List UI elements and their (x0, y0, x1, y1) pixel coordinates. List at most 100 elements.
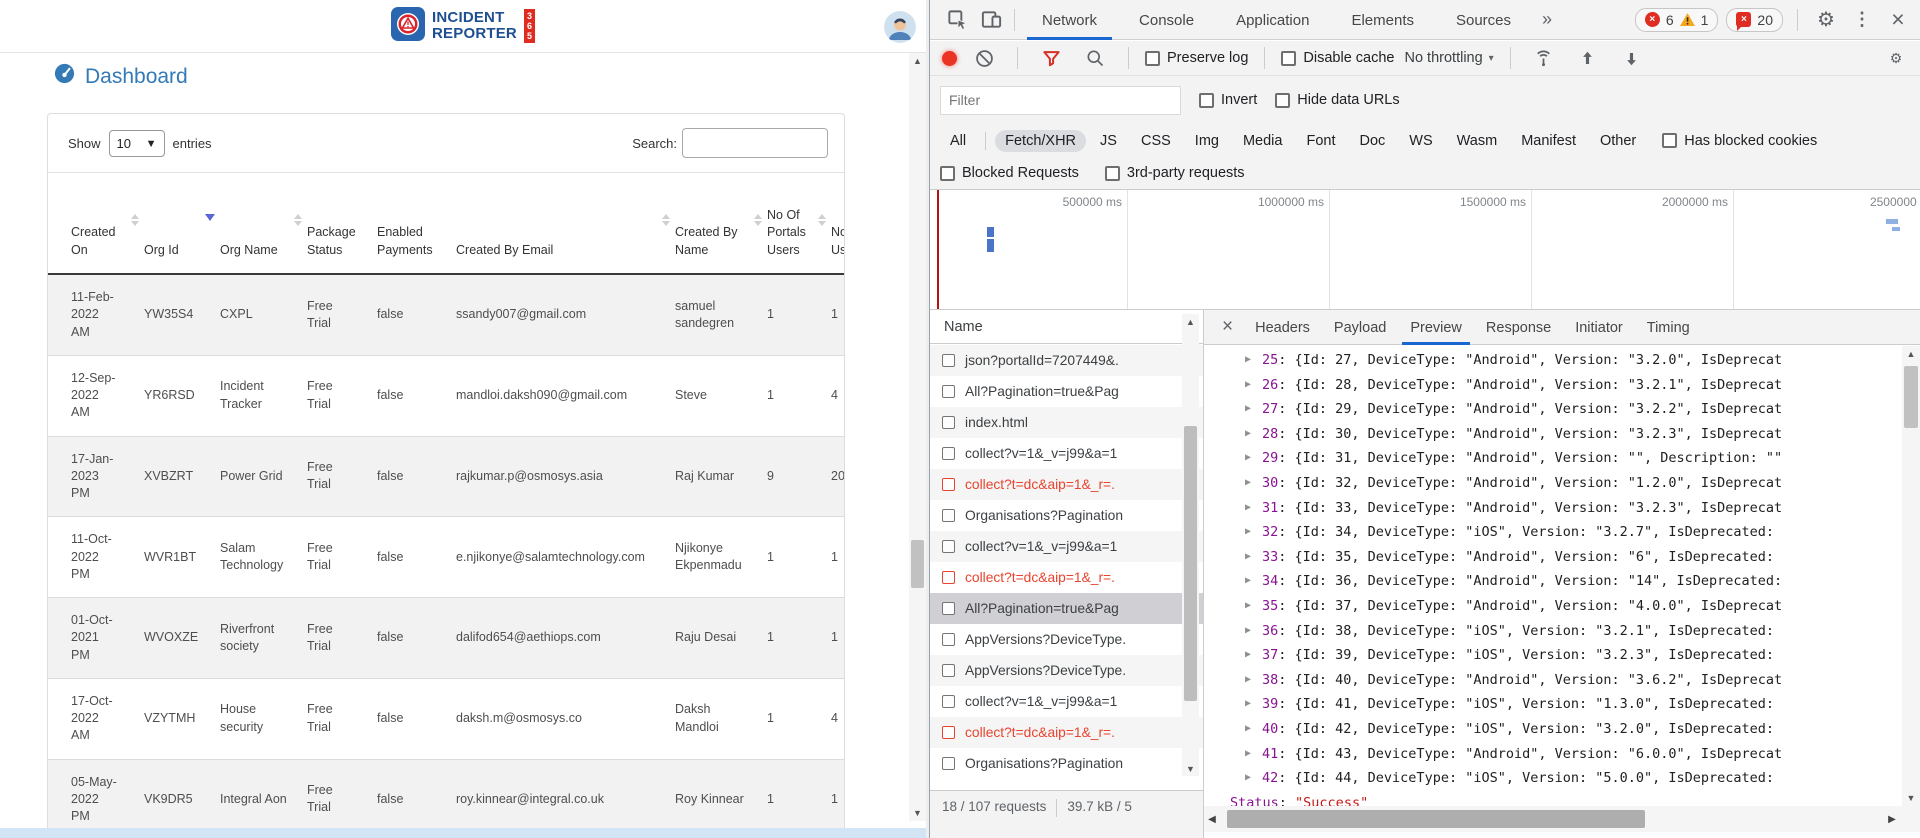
request-checkbox[interactable] (942, 664, 955, 677)
expand-triangle-icon[interactable]: ▶ (1245, 594, 1251, 619)
type-filter-img[interactable]: Img (1185, 130, 1229, 152)
column-header-created-on[interactable]: Created On (48, 172, 144, 274)
expand-triangle-icon[interactable]: ▶ (1245, 619, 1251, 644)
network-overview-timeline[interactable]: 500000 ms1000000 ms1500000 ms2000000 ms2… (930, 190, 1920, 310)
type-filter-wasm[interactable]: Wasm (1447, 130, 1508, 152)
scroll-up-icon[interactable]: ▲ (1902, 346, 1920, 362)
devtools-tab-elements[interactable]: Elements (1330, 0, 1435, 40)
requests-name-column-header[interactable]: Name (930, 310, 1203, 344)
type-filter-ws[interactable]: WS (1399, 130, 1442, 152)
request-checkbox[interactable] (942, 509, 955, 522)
export-har-icon[interactable] (1615, 41, 1649, 75)
close-devtools-icon[interactable]: × (1884, 6, 1912, 34)
network-request-row[interactable]: All?Pagination=true&Pag (930, 593, 1203, 624)
network-filter-input[interactable] (940, 86, 1181, 115)
hide-data-urls-checkbox[interactable]: Hide data URLs (1275, 92, 1399, 108)
scrollbar-thumb[interactable] (1184, 426, 1197, 701)
request-checkbox[interactable] (942, 416, 955, 429)
column-header-no-of-portals-users[interactable]: No Of Portals Users (767, 172, 831, 274)
json-preview-line[interactable]: ▶33: {Id: 35, DeviceType: "Android", Ver… (1204, 545, 1902, 570)
details-tab-payload[interactable]: Payload (1322, 310, 1398, 345)
json-preview-line[interactable]: ▶26: {Id: 28, DeviceType: "Android", Ver… (1204, 373, 1902, 398)
expand-triangle-icon[interactable]: ▶ (1245, 496, 1251, 521)
type-filter-js[interactable]: JS (1090, 130, 1127, 152)
json-preview-line[interactable]: ▶31: {Id: 33, DeviceType: "Android", Ver… (1204, 496, 1902, 521)
scrollbar-thumb[interactable] (1227, 810, 1645, 828)
type-filter-other[interactable]: Other (1590, 130, 1646, 152)
json-preview-line[interactable]: ▶28: {Id: 30, DeviceType: "Android", Ver… (1204, 422, 1902, 447)
scrollbar-thumb[interactable] (1904, 366, 1918, 428)
expand-triangle-icon[interactable]: ▶ (1245, 668, 1251, 693)
type-filter-font[interactable]: Font (1296, 130, 1345, 152)
devtools-tab-console[interactable]: Console (1118, 0, 1215, 40)
expand-triangle-icon[interactable]: ▶ (1245, 446, 1251, 471)
network-request-row[interactable]: collect?v=1&_v=j99&a=1 (930, 438, 1203, 469)
third-party-checkbox[interactable]: 3rd-party requests (1105, 165, 1245, 181)
request-checkbox[interactable] (942, 602, 955, 615)
column-header-org-name[interactable]: Org Name (220, 172, 307, 274)
type-filter-css[interactable]: CSS (1131, 130, 1181, 152)
details-tab-response[interactable]: Response (1474, 310, 1563, 345)
details-tab-preview[interactable]: Preview (1398, 310, 1474, 345)
app-vertical-scrollbar[interactable]: ▲ ▼ (909, 53, 926, 821)
request-checkbox[interactable] (942, 695, 955, 708)
network-conditions-icon[interactable] (1527, 41, 1561, 75)
json-preview-line[interactable]: ▶42: {Id: 44, DeviceType: "iOS", Version… (1204, 766, 1902, 791)
scroll-left-icon[interactable]: ◀ (1204, 806, 1220, 832)
type-filter-manifest[interactable]: Manifest (1511, 130, 1586, 152)
scrollbar-thumb[interactable] (911, 540, 924, 588)
network-request-row[interactable]: All?Pagination=true&Pag (930, 376, 1203, 407)
details-tab-headers[interactable]: Headers (1243, 310, 1322, 345)
network-request-row[interactable]: collect?t=dc&aip=1&_r=. (930, 469, 1203, 500)
scroll-down-icon[interactable]: ▼ (909, 805, 926, 821)
close-details-icon[interactable]: × (1212, 316, 1243, 338)
json-preview-line[interactable]: ▶41: {Id: 43, DeviceType: "Android", Ver… (1204, 742, 1902, 767)
network-request-row[interactable]: index.html (930, 407, 1203, 438)
checkbox-icon[interactable] (1662, 133, 1677, 148)
device-toolbar-icon[interactable] (974, 3, 1008, 37)
filter-funnel-icon[interactable] (1034, 41, 1068, 75)
network-request-row[interactable]: collect?t=dc&aip=1&_r=. (930, 562, 1203, 593)
scroll-down-icon[interactable]: ▼ (1902, 790, 1920, 806)
request-checkbox[interactable] (942, 633, 955, 646)
settings-gear-icon[interactable]: ⚙ (1812, 6, 1840, 34)
details-tab-initiator[interactable]: Initiator (1563, 310, 1635, 345)
network-request-row[interactable]: collect?v=1&_v=j99&a=1 (930, 686, 1203, 717)
checkbox-icon[interactable] (1199, 93, 1214, 108)
expand-triangle-icon[interactable]: ▶ (1245, 520, 1251, 545)
expand-triangle-icon[interactable]: ▶ (1245, 397, 1251, 422)
throttling-select[interactable]: No throttling ▾ (1404, 50, 1493, 66)
expand-triangle-icon[interactable]: ▶ (1245, 422, 1251, 447)
json-preview-line[interactable]: ▶36: {Id: 38, DeviceType: "iOS", Version… (1204, 619, 1902, 644)
devtools-tab-application[interactable]: Application (1215, 0, 1330, 40)
kebab-menu-icon[interactable]: ⋮ (1848, 6, 1876, 34)
json-preview-line[interactable]: ▶37: {Id: 39, DeviceType: "iOS", Version… (1204, 643, 1902, 668)
type-filter-doc[interactable]: Doc (1349, 130, 1395, 152)
expand-triangle-icon[interactable]: ▶ (1245, 545, 1251, 570)
column-header-created-by-email[interactable]: Created By Email (456, 172, 675, 274)
expand-triangle-icon[interactable]: ▶ (1245, 373, 1251, 398)
json-preview-line[interactable]: ▶34: {Id: 36, DeviceType: "Android", Ver… (1204, 569, 1902, 594)
json-preview-line[interactable]: ▶30: {Id: 32, DeviceType: "Android", Ver… (1204, 471, 1902, 496)
devtools-tab-sources[interactable]: Sources (1435, 0, 1532, 40)
checkbox-icon[interactable] (940, 166, 955, 181)
type-filter-media[interactable]: Media (1233, 130, 1293, 152)
json-preview-line[interactable]: ▶35: {Id: 37, DeviceType: "Android", Ver… (1204, 594, 1902, 619)
expand-triangle-icon[interactable]: ▶ (1245, 643, 1251, 668)
devtools-tab-network[interactable]: Network (1021, 0, 1118, 40)
checkbox-icon[interactable] (1105, 166, 1120, 181)
network-request-row[interactable]: Organisations?Pagination (930, 500, 1203, 531)
json-preview-line[interactable]: ▶40: {Id: 42, DeviceType: "iOS", Version… (1204, 717, 1902, 742)
request-checkbox[interactable] (942, 354, 955, 367)
type-filter-all[interactable]: All (940, 130, 976, 152)
disable-cache-checkbox[interactable]: Disable cache (1281, 50, 1394, 66)
clear-network-log-icon[interactable] (967, 41, 1001, 75)
network-request-row[interactable]: AppVersions?DeviceType. (930, 655, 1203, 686)
network-request-row[interactable]: collect?v=1&_v=j99&a=1 (930, 531, 1203, 562)
expand-triangle-icon[interactable]: ▶ (1245, 692, 1251, 717)
preview-horizontal-scrollbar[interactable]: ◀ ▶ (1204, 806, 1920, 832)
column-header-created-by-name[interactable]: Created By Name (675, 172, 767, 274)
has-blocked-cookies-checkbox[interactable]: Has blocked cookies (1662, 133, 1817, 149)
network-request-row[interactable]: Organisations?Pagination (930, 748, 1203, 779)
request-checkbox[interactable] (942, 478, 955, 491)
